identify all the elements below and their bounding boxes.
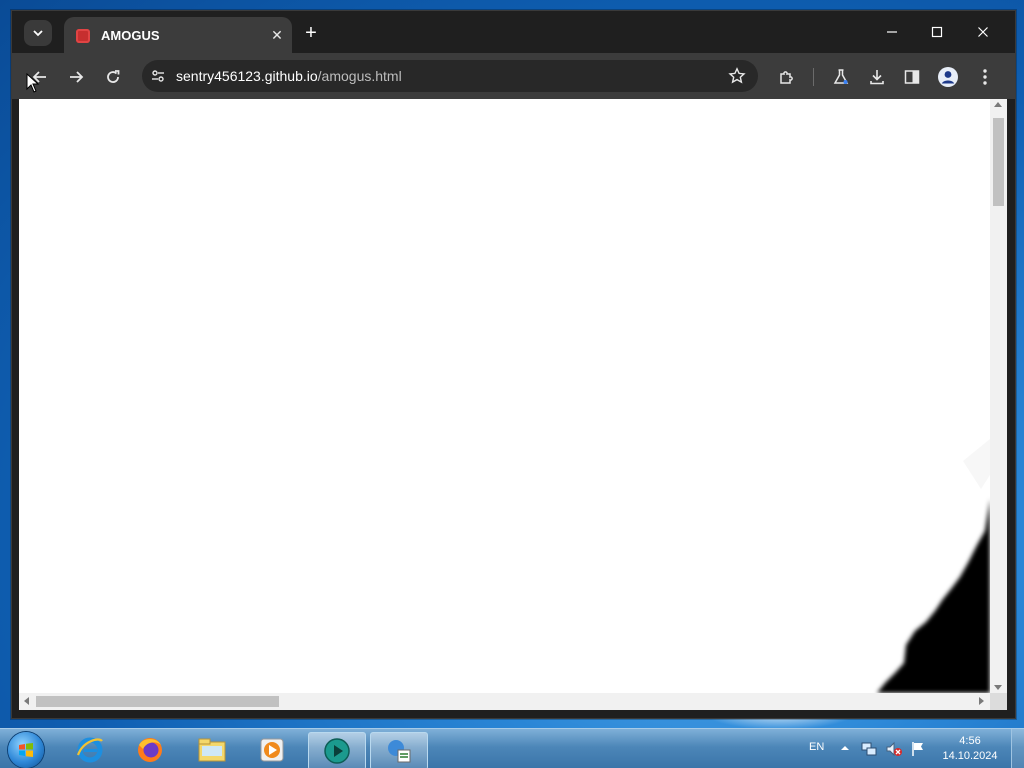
- taskbar: EN 4:56 14.10.2024: [0, 728, 1024, 768]
- taskbar-internet-explorer[interactable]: [62, 732, 118, 768]
- taskbar-media-player[interactable]: [244, 732, 300, 768]
- media-player-icon: [260, 738, 284, 762]
- avatar-icon: [938, 67, 958, 87]
- reload-icon: [107, 70, 120, 83]
- folder-icon: [198, 738, 226, 762]
- network-settings-icon: [388, 740, 411, 763]
- bookmark-star-icon[interactable]: [728, 67, 746, 85]
- menu-button[interactable]: [972, 64, 998, 90]
- browser-app-icon: [324, 738, 350, 764]
- tab-search-button[interactable]: [24, 20, 52, 46]
- show-desktop-button[interactable]: [1011, 729, 1024, 768]
- address-bar[interactable]: sentry456123.github.io/amogus.html: [142, 60, 758, 92]
- address-host: sentry456123.github.io: [176, 68, 318, 84]
- close-window-button[interactable]: [963, 19, 1003, 45]
- firefox-icon: [138, 738, 162, 762]
- vertical-scroll-thumb[interactable]: [993, 118, 1004, 206]
- language-indicator[interactable]: EN: [809, 741, 824, 753]
- vertical-scrollbar[interactable]: [990, 99, 1007, 693]
- maximize-button[interactable]: [917, 19, 957, 45]
- taskbar-firefox[interactable]: [122, 732, 178, 768]
- chevron-down-icon: [33, 30, 43, 37]
- three-dots-vertical-icon: [983, 69, 987, 85]
- taskbar-clock[interactable]: 4:56 14.10.2024: [938, 734, 1002, 764]
- mouse-pointer-icon: [26, 73, 40, 93]
- taskbar-network-tool[interactable]: [370, 732, 428, 768]
- scroll-right-arrow-icon[interactable]: [979, 697, 984, 705]
- download-icon: [870, 70, 884, 85]
- web-page-content[interactable]: [19, 99, 990, 693]
- action-center-flag-icon[interactable]: [910, 741, 926, 757]
- scroll-up-arrow-icon[interactable]: [994, 102, 1002, 107]
- tab-title: AMOGUS: [101, 28, 160, 43]
- browser-toolbar: sentry456123.github.io/amogus.html: [12, 53, 1015, 99]
- address-url: sentry456123.github.io/amogus.html: [176, 68, 402, 84]
- tab-close-icon[interactable]: ✕: [268, 26, 286, 44]
- windows-logo-icon: [19, 743, 33, 757]
- scroll-left-arrow-icon[interactable]: [24, 697, 29, 705]
- scroll-down-arrow-icon[interactable]: [994, 685, 1002, 690]
- toolbar-separator: [813, 68, 814, 86]
- start-button[interactable]: [8, 732, 44, 768]
- clock-date: 14.10.2024: [942, 750, 998, 762]
- network-tray-icon[interactable]: [861, 741, 877, 757]
- forward-button[interactable]: [63, 64, 89, 90]
- close-icon: [978, 27, 988, 37]
- new-tab-button[interactable]: +: [300, 23, 322, 45]
- downloads-button[interactable]: [864, 64, 890, 90]
- side-panel-icon: [904, 70, 920, 84]
- address-path: /amogus.html: [317, 68, 402, 84]
- profile-button[interactable]: [935, 64, 961, 90]
- volume-muted-icon[interactable]: [885, 741, 903, 757]
- flask-icon: [833, 69, 849, 84]
- side-panel-button[interactable]: [899, 64, 925, 90]
- arrow-right-icon: [70, 71, 84, 83]
- site-settings-icon[interactable]: [150, 68, 166, 84]
- minimize-button[interactable]: [872, 19, 912, 45]
- extensions-button[interactable]: [774, 64, 800, 90]
- reload-button[interactable]: [100, 64, 126, 90]
- minimize-icon: [887, 31, 897, 33]
- page-dark-shape: [877, 439, 990, 693]
- labs-button[interactable]: [828, 64, 854, 90]
- internet-explorer-icon: [76, 737, 103, 763]
- browser-window: AMOGUS ✕ + sentry456123.github.io/amogus…: [11, 10, 1016, 719]
- browser-tab-active[interactable]: AMOGUS ✕: [64, 17, 292, 53]
- site-favicon-icon: [76, 29, 90, 43]
- taskbar-file-explorer[interactable]: [184, 732, 240, 768]
- horizontal-scroll-thumb[interactable]: [36, 696, 279, 707]
- scrollbar-corner: [990, 693, 1007, 710]
- clock-time: 4:56: [959, 735, 981, 747]
- show-hidden-icons-icon[interactable]: [840, 743, 850, 753]
- horizontal-scrollbar[interactable]: [19, 693, 990, 710]
- browser-titlebar: AMOGUS ✕ +: [12, 11, 1015, 53]
- taskbar-chrome-app[interactable]: [308, 732, 366, 768]
- puzzle-icon: [780, 71, 793, 84]
- maximize-icon: [931, 26, 943, 38]
